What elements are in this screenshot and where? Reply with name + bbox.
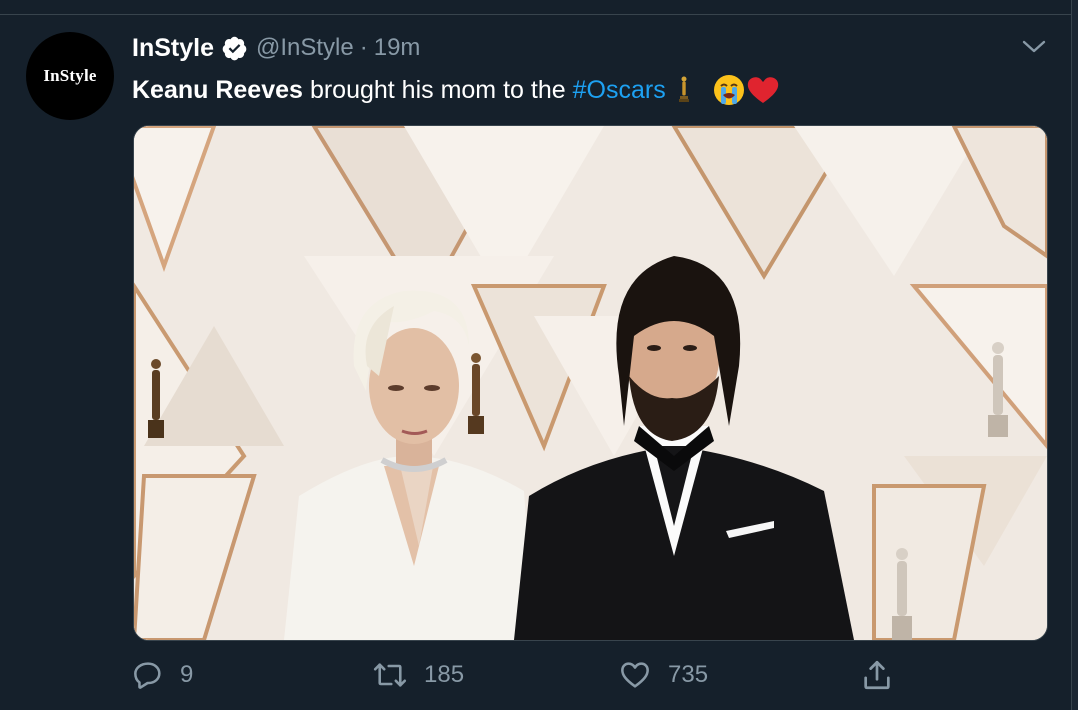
avatar-label: InStyle xyxy=(43,66,97,85)
retweet-count: 185 xyxy=(424,661,465,688)
timestamp[interactable]: 19m xyxy=(374,34,421,62)
avatar[interactable]: InStyle xyxy=(26,32,114,120)
tweet-text-bold: Keanu Reeves xyxy=(132,75,303,104)
share-icon xyxy=(864,660,890,690)
top-divider xyxy=(0,0,1078,15)
tweet-photo[interactable] xyxy=(133,125,1048,641)
separator-dot: · xyxy=(359,34,368,61)
hashtag-link[interactable]: #Oscars xyxy=(573,76,666,105)
tweet[interactable]: InStyle InStyle @InStyle · 19m Keanu Ree… xyxy=(0,15,1071,710)
tweet-text: Keanu Reeves brought his mom to the #Osc… xyxy=(132,73,780,107)
author-handle[interactable]: @InStyle xyxy=(256,34,354,62)
like-action[interactable]: 735 xyxy=(618,655,708,695)
crying-face-icon xyxy=(713,75,744,105)
tweet-header: InStyle @InStyle · 19m xyxy=(132,32,420,64)
like-count: 735 xyxy=(668,661,709,688)
retweet-action[interactable]: 185 xyxy=(372,655,464,695)
emoji-group xyxy=(676,73,780,107)
photo-image xyxy=(134,126,1047,640)
scroll-edge xyxy=(1071,0,1078,710)
heart-icon xyxy=(621,662,649,688)
tweet-text-body: brought his mom to the xyxy=(309,75,566,104)
share-action[interactable] xyxy=(860,655,910,695)
author-name[interactable]: InStyle xyxy=(132,34,214,63)
tweet-actions: 9 185 735 xyxy=(132,655,932,695)
reply-count: 9 xyxy=(180,661,194,688)
verified-badge-icon xyxy=(222,36,247,60)
red-heart-icon xyxy=(747,77,778,103)
reply-icon xyxy=(134,662,161,689)
reply-action[interactable]: 9 xyxy=(132,655,193,695)
oscar-statuette-icon xyxy=(678,76,689,102)
chevron-down-icon[interactable] xyxy=(1020,37,1048,57)
retweet-icon xyxy=(373,663,407,687)
